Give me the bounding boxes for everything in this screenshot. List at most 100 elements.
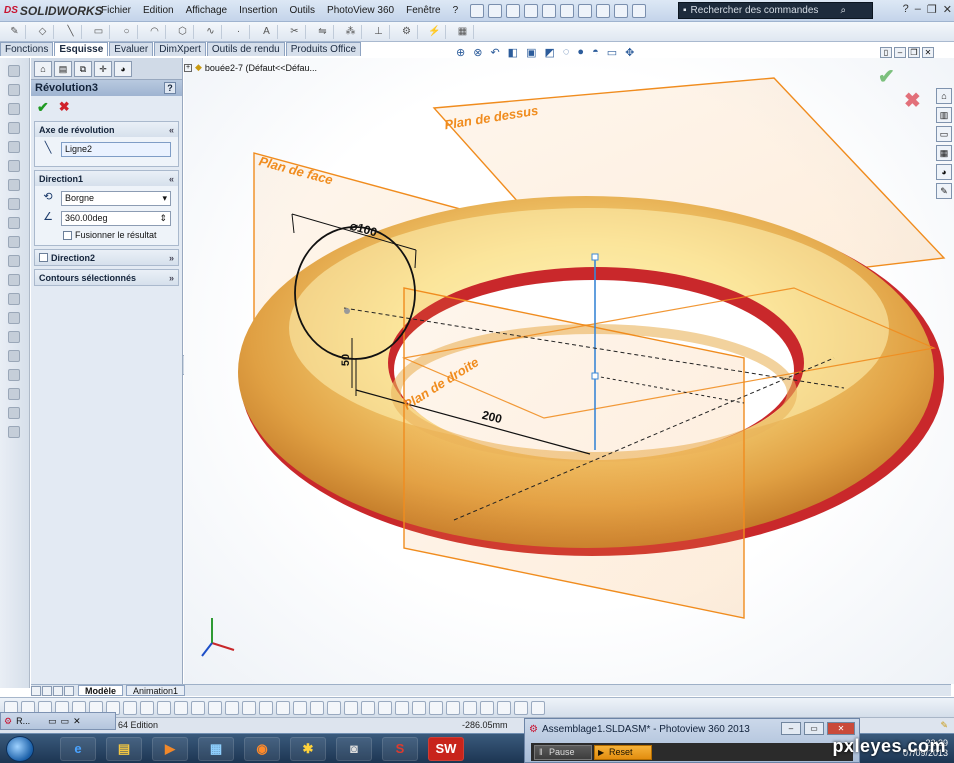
tool-icon[interactable]	[8, 255, 20, 267]
restore-icon[interactable]: ❐	[927, 3, 937, 16]
tool-icon[interactable]	[8, 312, 20, 324]
direction2-toggle[interactable]: Direction2	[39, 253, 95, 263]
appearances-icon[interactable]: ◕	[936, 164, 952, 180]
display-style-icon[interactable]: ◩	[544, 46, 554, 59]
restore-icon[interactable]: ❐	[908, 47, 920, 58]
section-view-icon[interactable]: ◧	[508, 46, 518, 59]
sketch-icon[interactable]: ✎	[4, 24, 26, 39]
tab-evaluer[interactable]: Evaluer	[109, 42, 154, 56]
cancel-button[interactable]: ✖	[59, 99, 70, 115]
select-filter-icon[interactable]	[123, 700, 137, 715]
select-filter-icon[interactable]	[259, 700, 273, 715]
axis-endpoint[interactable]	[591, 253, 599, 261]
search-input[interactable]	[690, 5, 841, 16]
tile-icon[interactable]: ▯	[880, 47, 892, 58]
axis-endpoint[interactable]	[591, 372, 599, 380]
contours-header[interactable]: Contours sélectionnés »	[35, 270, 178, 285]
axis-selection-field[interactable]: Ligne2	[61, 141, 171, 157]
tool-icon[interactable]	[8, 369, 20, 381]
direction2-header[interactable]: Direction2 »	[35, 250, 178, 265]
angle-spinner[interactable]: 360.00deg ⇕	[61, 210, 171, 226]
first-tab-icon[interactable]	[31, 685, 41, 696]
expand-icon[interactable]: +	[184, 63, 192, 72]
tool-icon[interactable]	[8, 217, 20, 229]
menu-insertion[interactable]: Insertion	[233, 5, 283, 16]
select-filter-icon[interactable]	[140, 700, 154, 715]
polygon-icon[interactable]: ⬡	[172, 24, 194, 39]
graphics-area[interactable]: Plan de dessus Plan de face Plan de droi…	[184, 58, 954, 684]
select-filter-icon[interactable]	[480, 700, 494, 715]
tab-dimxpert[interactable]: DimXpert	[154, 42, 206, 56]
file-explorer-icon[interactable]: ▭	[936, 126, 952, 142]
minimize-icon[interactable]: –	[915, 3, 921, 16]
maximize-icon[interactable]: ▭	[61, 716, 70, 727]
rebuild-status-icon[interactable]: ✎	[940, 720, 948, 731]
text-icon[interactable]: A	[256, 24, 278, 39]
rotate-icon[interactable]: ✥	[625, 46, 634, 59]
select-filter-icon[interactable]	[191, 700, 205, 715]
tool-icon[interactable]	[8, 236, 20, 248]
tab-outils-rendu[interactable]: Outils de rendu	[206, 42, 285, 56]
tool-icon[interactable]	[8, 160, 20, 172]
select-filter-icon[interactable]	[344, 700, 358, 715]
menu-photoview[interactable]: PhotoView 360	[321, 5, 400, 16]
solidworks-logo[interactable]: DS SOLIDWORKS	[0, 0, 103, 22]
circle-center-point[interactable]	[344, 308, 350, 314]
expand-icon[interactable]: »	[169, 273, 174, 283]
previous-view-icon[interactable]: ↶	[490, 46, 499, 59]
axis-group-header[interactable]: Axe de révolution «	[35, 122, 178, 137]
select-filter-icon[interactable]	[327, 700, 341, 715]
rebuild-icon[interactable]	[596, 3, 611, 18]
camera-icon[interactable]: ◙	[336, 737, 372, 761]
select-filter-icon[interactable]	[157, 700, 171, 715]
merge-result-checkbox[interactable]: Fusionner le résultat	[39, 230, 174, 240]
tool-icon[interactable]	[8, 122, 20, 134]
search-icon[interactable]: ⌕	[841, 5, 847, 16]
new-document-icon[interactable]	[488, 3, 503, 18]
property-manager-tab-icon[interactable]: ▤	[54, 61, 72, 77]
select-filter-icon[interactable]	[293, 700, 307, 715]
close-icon[interactable]: ✕	[73, 716, 81, 727]
custom-properties-icon[interactable]: ✎	[936, 183, 952, 199]
close-icon[interactable]: ✕	[827, 722, 855, 735]
tool-icon[interactable]	[8, 350, 20, 362]
collapse-icon[interactable]: «	[169, 174, 174, 184]
select-icon[interactable]	[578, 3, 593, 18]
direction1-header[interactable]: Direction1 «	[35, 171, 178, 186]
ok-button[interactable]: ✔	[37, 99, 49, 116]
select-filter-icon[interactable]	[208, 700, 222, 715]
open-folder-icon[interactable]	[506, 3, 521, 18]
smart-dimension-icon[interactable]: ◇	[32, 24, 54, 39]
arc-icon[interactable]: ◠	[144, 24, 166, 39]
firefox-icon[interactable]: ◉	[244, 737, 280, 761]
menu-fichier[interactable]: Fichier	[95, 5, 137, 16]
previous-tab-icon[interactable]	[42, 685, 52, 696]
tab-esquisse[interactable]: Esquisse	[54, 42, 109, 56]
select-filter-icon[interactable]	[378, 700, 392, 715]
select-filter-icon[interactable]	[497, 700, 511, 715]
view-palette-icon[interactable]: ▦	[936, 145, 952, 161]
collapse-icon[interactable]: «	[169, 125, 174, 135]
rectangle-icon[interactable]: ▭	[88, 24, 110, 39]
confirm-ok-icon[interactable]: ✔	[878, 64, 895, 89]
reverse-direction-icon[interactable]: ⟲	[39, 190, 57, 206]
tool-icon[interactable]	[8, 293, 20, 305]
next-tab-icon[interactable]	[53, 685, 63, 696]
tool-icon[interactable]	[8, 103, 20, 115]
mirror-icon[interactable]: ⇋	[312, 24, 334, 39]
feature-tree-tab-icon[interactable]: ⌂	[34, 61, 52, 77]
print-icon[interactable]	[542, 3, 557, 18]
tab-modele[interactable]: Modèle	[78, 685, 124, 696]
direction2-checkbox[interactable]	[39, 253, 48, 262]
options-icon[interactable]	[632, 3, 647, 18]
internet-explorer-icon[interactable]: e	[60, 737, 96, 761]
view-orientation-icon[interactable]: ▣	[526, 46, 536, 59]
instant2d-icon[interactable]: ▦	[452, 24, 474, 39]
select-filter-icon[interactable]	[446, 700, 460, 715]
select-filter-icon[interactable]	[463, 700, 477, 715]
menu-affichage[interactable]: Affichage	[180, 5, 234, 16]
restore-icon[interactable]: ▭	[48, 716, 57, 727]
select-filter-icon[interactable]	[429, 700, 443, 715]
zoom-area-icon[interactable]: ⊗	[473, 46, 482, 59]
rapid-sketch-icon[interactable]: ⚡	[424, 24, 446, 39]
